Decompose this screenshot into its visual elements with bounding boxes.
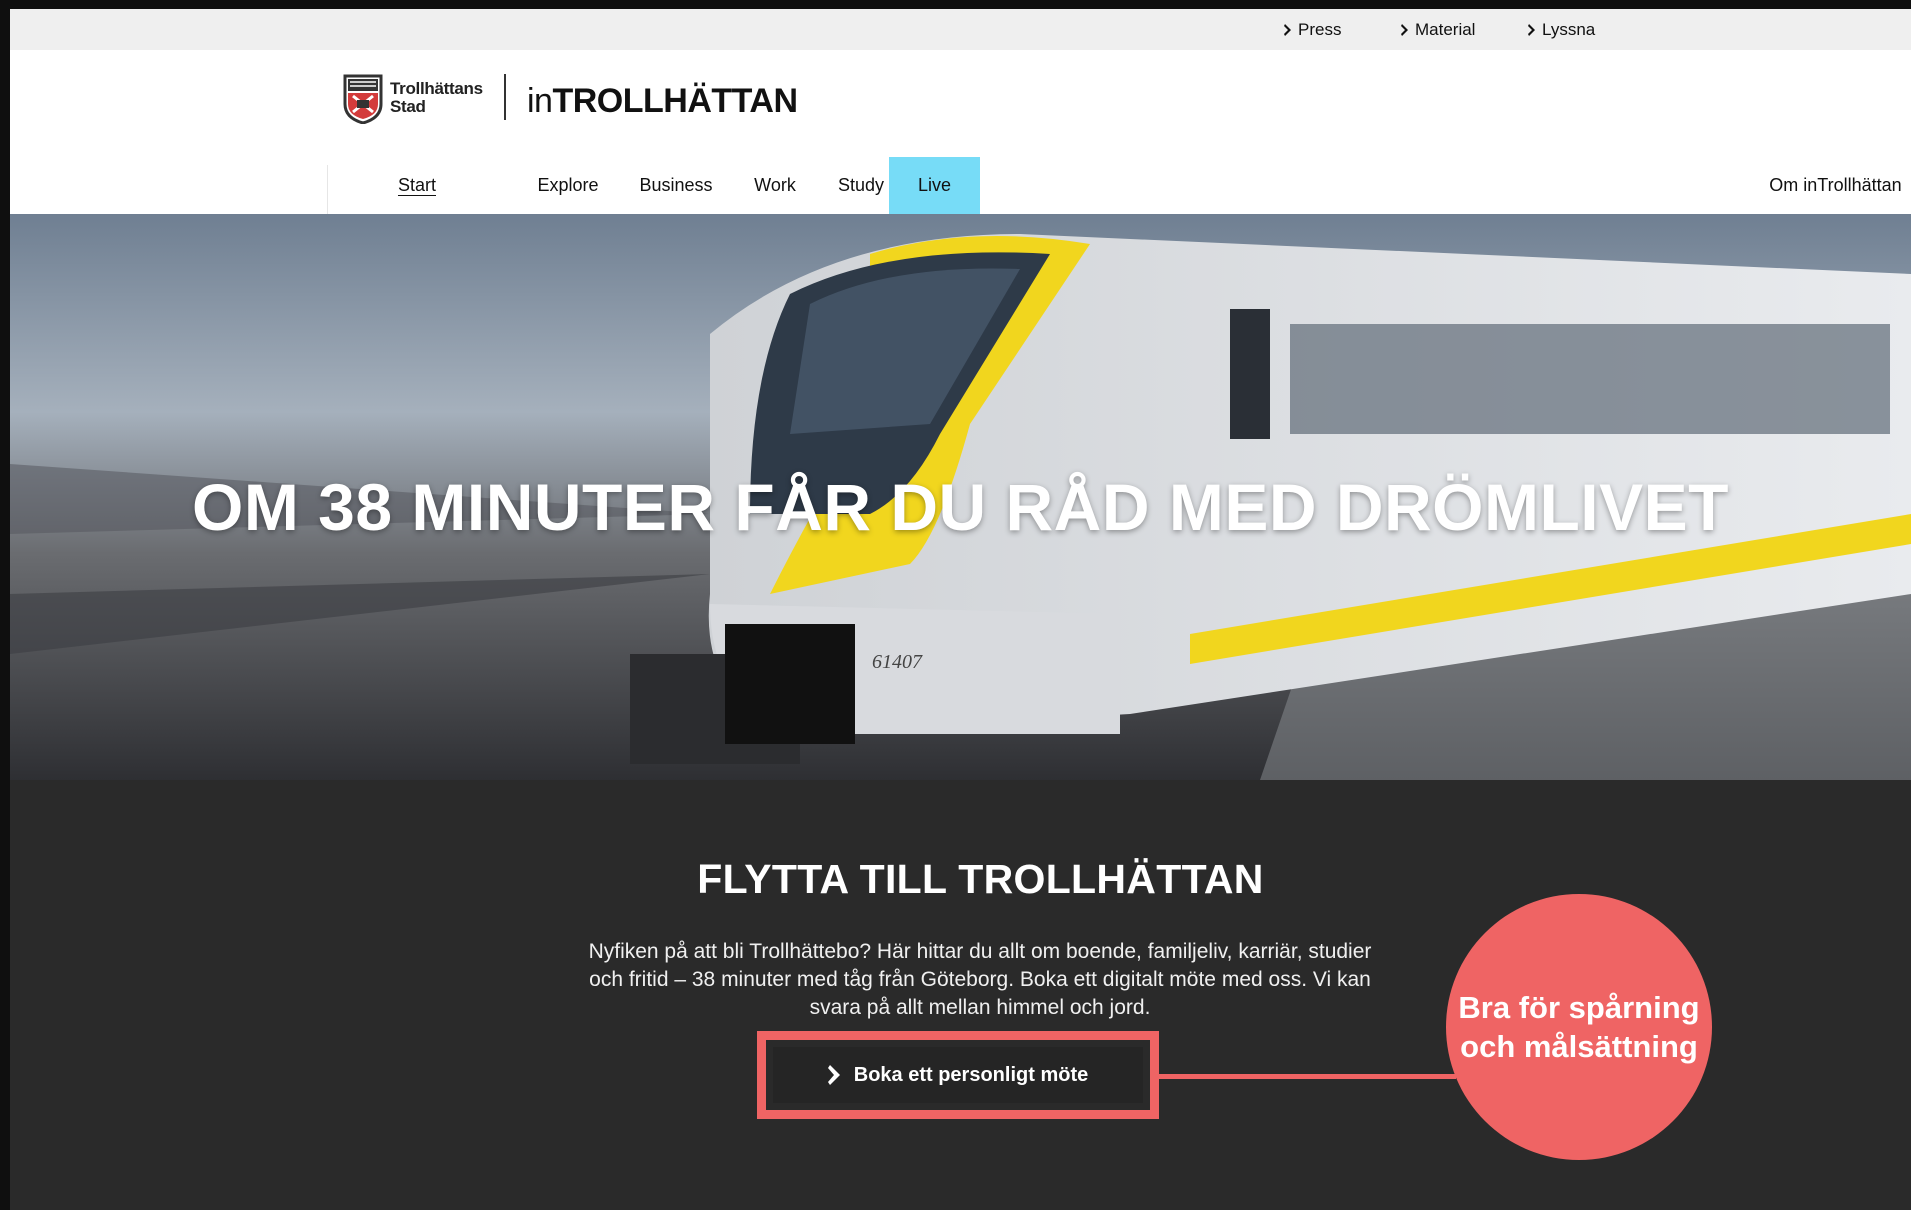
nav-item-label: Study — [837, 175, 885, 195]
chevron-right-icon — [827, 1065, 840, 1085]
nav-divider — [327, 165, 328, 214]
nav-item-live[interactable]: Live — [889, 157, 980, 214]
municipality-line1: Trollhättans — [390, 79, 483, 98]
nav-item-business[interactable]: Business — [630, 157, 722, 214]
hero-title: OM 38 MINUTER FÅR DU RÅD MED DRÖMLIVET — [192, 470, 1729, 544]
main-nav: Start Explore Business Work Study Live O… — [10, 157, 1911, 214]
nav-item-explore[interactable]: Explore — [525, 157, 611, 214]
brand-name: TROLLHÄTTAN — [552, 82, 798, 120]
book-meeting-button[interactable]: Boka ett personligt möte — [773, 1047, 1143, 1103]
nav-item-label: Start — [397, 175, 436, 195]
nav-item-about[interactable]: Om inTrollhättan — [1760, 157, 1911, 214]
press-link-label: Press — [1298, 20, 1342, 39]
section-body: Nyfiken på att bli Trollhättebo? Här hit… — [588, 940, 1372, 1019]
train-number-label: 61407 — [872, 651, 923, 673]
book-meeting-label: Boka ett personligt möte — [853, 1063, 1089, 1086]
logo-divider — [504, 74, 506, 120]
material-link-label: Material — [1415, 20, 1476, 39]
section-title: FLYTTA TILL TROLLHÄTTAN — [697, 856, 1264, 902]
chevron-right-icon — [1401, 24, 1408, 36]
lyssna-link-label: Lyssna — [1542, 20, 1596, 39]
material-link[interactable]: Material — [1401, 20, 1475, 40]
nav-item-label: Work — [754, 175, 796, 195]
browser-page: Press Material Lyssna Trollhättans Stad … — [10, 9, 1911, 1210]
nav-item-work[interactable]: Work — [744, 157, 806, 214]
municipality-name[interactable]: Trollhättans Stad — [390, 80, 483, 116]
callout-text: Bra för spårning och målsättning — [1458, 990, 1700, 1064]
chevron-right-icon — [1528, 24, 1535, 36]
annotation-connector — [1159, 1074, 1456, 1079]
nav-item-study[interactable]: Study — [825, 157, 897, 214]
brand-prefix: in — [527, 82, 553, 120]
municipality-line2: Stad — [390, 97, 426, 116]
press-link[interactable]: Press — [1284, 20, 1341, 40]
utility-bar: Press Material Lyssna — [10, 9, 1911, 50]
site-header: Trollhättans Stad inTROLLHÄTTAN Start Ex… — [10, 50, 1911, 214]
nav-item-label: Om inTrollhättan — [1769, 175, 1902, 195]
municipality-crest-icon[interactable] — [343, 74, 383, 124]
nav-item-label: Live — [917, 175, 952, 195]
nav-item-label: Explore — [537, 175, 599, 195]
intro-section: FLYTTA TILL TROLLHÄTTAN Nyfiken på att b… — [10, 780, 1911, 1210]
lyssna-link[interactable]: Lyssna — [1528, 20, 1595, 40]
chevron-right-icon — [1284, 24, 1291, 36]
nav-item-start[interactable]: Start — [377, 157, 457, 214]
nav-item-label: Business — [639, 175, 713, 195]
annotation-callout: Bra för spårning och målsättning — [1446, 894, 1712, 1160]
hero-banner: 61407 OM 38 MINUTER FÅR DU RÅD MED DRÖML… — [10, 214, 1911, 780]
site-logo[interactable]: inTROLLHÄTTAN — [527, 82, 798, 121]
